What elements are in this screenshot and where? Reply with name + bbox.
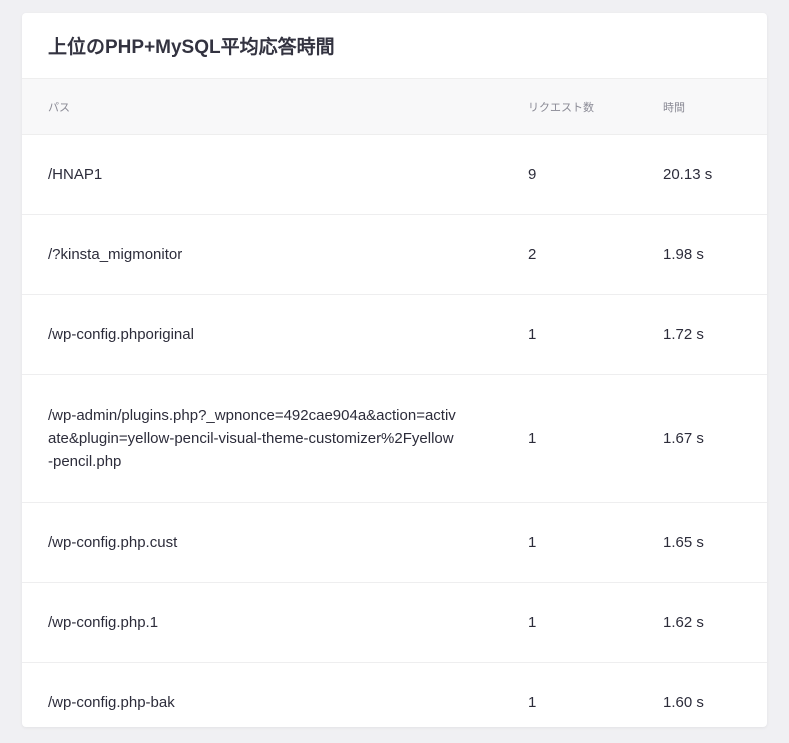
path-text: /wp-config.phporiginal	[48, 326, 194, 343]
path-text: /wp-admin/plugins.php?_wpnonce=492cae904…	[48, 407, 456, 470]
time-cell: 1.65 s	[662, 502, 767, 583]
path-cell: /wp-config.php.1	[22, 582, 527, 663]
time-cell: 1.72 s	[662, 294, 767, 375]
column-header-path: パス	[22, 78, 527, 135]
path-text: /HNAP1	[48, 166, 103, 183]
path-text: /wp-config.php.1	[48, 614, 159, 631]
column-header-time: 時間	[662, 78, 767, 135]
requests-cell: 1	[527, 502, 662, 583]
path-text: /?kinsta_migmonitor	[48, 246, 183, 263]
time-cell: 1.98 s	[662, 214, 767, 295]
path-cell: /wp-admin/plugins.php?_wpnonce=492cae904…	[22, 374, 527, 503]
table-row: /wp-config.php-bak 1 1.60 s	[22, 663, 767, 728]
path-cell: /wp-config.php.cust	[22, 502, 527, 583]
requests-cell: 1	[527, 582, 662, 663]
time-cell: 1.62 s	[662, 582, 767, 663]
response-time-table: パス リクエスト数 時間 /HNAP1 9 20.13 s/?kinsta_mi…	[22, 78, 767, 727]
table-row: /?kinsta_migmonitor 2 1.98 s	[22, 214, 767, 295]
path-text: /wp-config.php-bak	[48, 694, 175, 711]
path-cell: /?kinsta_migmonitor	[22, 214, 527, 295]
path-cell: /wp-config.phporiginal	[22, 294, 527, 375]
requests-cell: 2	[527, 214, 662, 295]
column-header-requests: リクエスト数	[527, 78, 662, 135]
requests-cell: 1	[527, 294, 662, 375]
table-row: /wp-config.phporiginal 1 1.72 s	[22, 294, 767, 375]
requests-cell: 1	[527, 374, 662, 503]
path-cell: /wp-config.php-bak	[22, 663, 527, 728]
card-title: 上位のPHP+MySQL平均応答時間	[48, 37, 335, 58]
table-row: /HNAP1 9 20.13 s	[22, 134, 767, 215]
table-row: /wp-admin/plugins.php?_wpnonce=492cae904…	[22, 374, 767, 503]
requests-cell: 1	[528, 694, 537, 711]
table-header: パス リクエスト数 時間	[22, 78, 767, 135]
path-text: /wp-config.php.cust	[48, 534, 178, 551]
time-cell: 1.67 s	[662, 374, 767, 503]
table-row: /wp-config.php.1 1 1.62 s	[22, 582, 767, 663]
time-cell: 1.60 s	[663, 694, 704, 711]
table-row: /wp-config.php.cust 1 1.65 s	[22, 502, 767, 583]
requests-cell: 9	[527, 134, 662, 215]
time-cell: 20.13 s	[662, 134, 767, 215]
path-cell: /HNAP1	[22, 134, 527, 215]
response-time-card: 上位のPHP+MySQL平均応答時間 パス リクエスト数 時間 /HNAP1 9…	[22, 13, 767, 727]
